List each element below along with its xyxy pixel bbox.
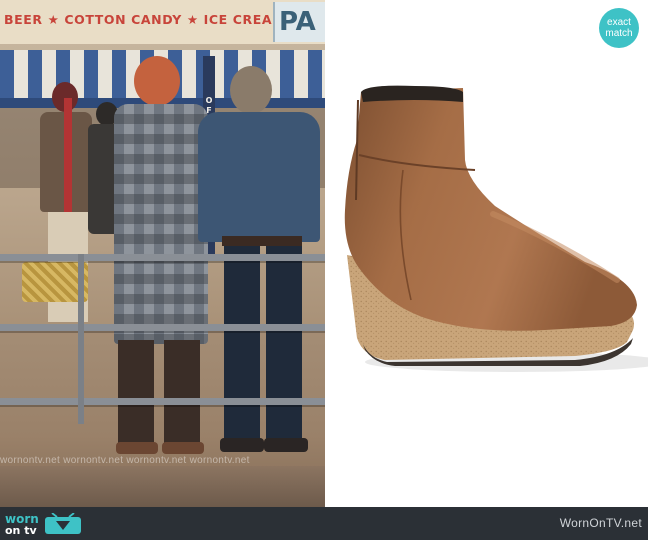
railing-bottom (0, 398, 325, 405)
scene-photo: BEER ★ COTTON CANDY ★ ICE CREAM PA OFTS (0, 0, 325, 507)
tv-icon (45, 513, 81, 534)
badge-line-2: match (605, 28, 633, 39)
footer-bar: worn on tv WornOnTV.net (0, 507, 648, 540)
shop-sign: BEER ★ COTTON CANDY ★ ICE CREAM PA (0, 0, 325, 44)
watermark-text: wornontv.net wornontv.net wornontv.net w… (0, 455, 250, 466)
shop-sign-text: BEER ★ COTTON CANDY ★ ICE CREAM (4, 12, 286, 27)
railing-top (0, 254, 325, 261)
exact-match-badge: exact match (599, 8, 639, 48)
site-name: WornOnTV.net (559, 516, 642, 530)
boardwalk-ledge (0, 466, 325, 507)
shop-sign-partial: PA (273, 2, 325, 42)
railing-middle (0, 324, 325, 331)
product-photo (325, 0, 648, 507)
railing-post (78, 254, 84, 424)
badge-line-1: exact (607, 17, 631, 28)
wedge-ankle-boot (344, 85, 648, 372)
logo-on-tv-text: on tv (5, 524, 37, 537)
